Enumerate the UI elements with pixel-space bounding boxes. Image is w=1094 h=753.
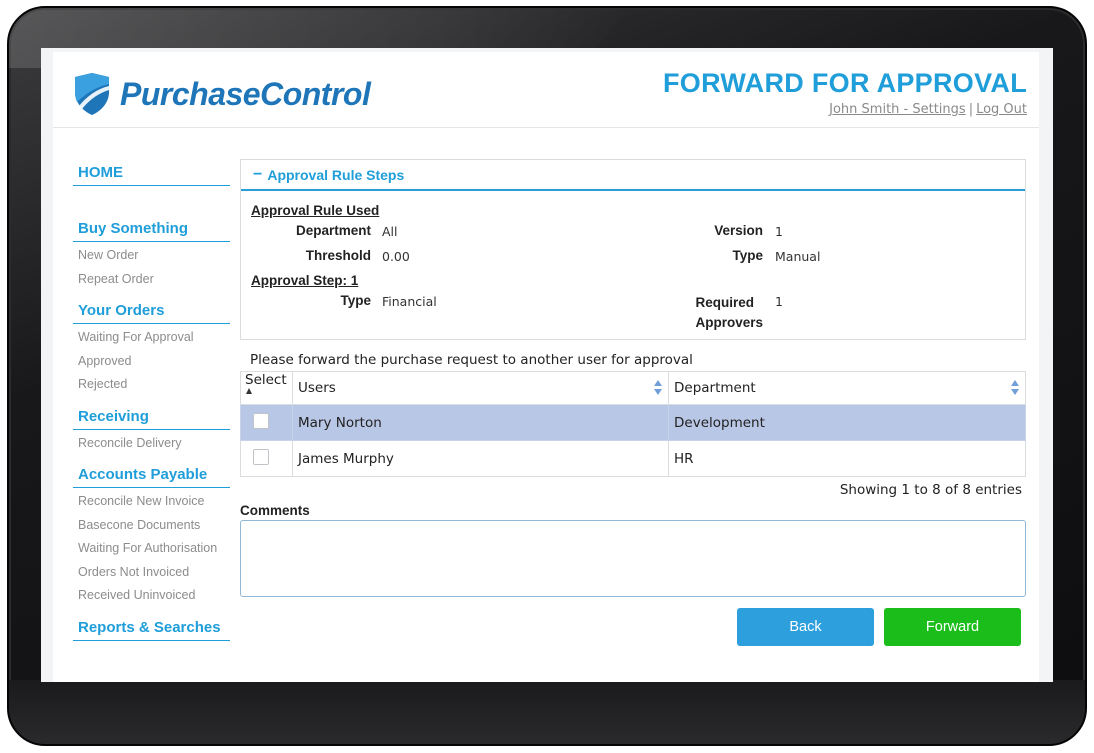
nav-section-receiving[interactable]: Receiving xyxy=(73,408,230,430)
page-title: FORWARD FOR APPROVAL xyxy=(662,68,1027,98)
nav-item-approved[interactable]: Approved xyxy=(73,350,230,374)
column-header-users[interactable]: Users xyxy=(292,371,669,405)
users-table: Select Users Department Mary Norton Deve… xyxy=(240,371,1026,477)
step-type-value: Financial xyxy=(382,294,437,309)
user-cell: James Murphy xyxy=(292,440,669,477)
nav-section-accounts-payable[interactable]: Accounts Payable xyxy=(73,466,230,488)
column-header-select[interactable]: Select xyxy=(240,371,293,405)
forward-button[interactable]: Forward xyxy=(884,608,1021,646)
table-row[interactable]: Mary Norton Development xyxy=(240,404,1026,441)
sort-ascending-icon xyxy=(246,388,252,394)
nav-item-new-order[interactable]: New Order xyxy=(73,244,230,268)
department-cell: Development xyxy=(668,404,1026,441)
step-type-label: Type xyxy=(340,293,371,308)
row-checkbox[interactable] xyxy=(253,412,269,429)
nav-home[interactable]: HOME xyxy=(73,164,230,186)
required-approvers-value: 1 xyxy=(775,294,783,309)
required-label-line1: Required xyxy=(695,295,754,310)
shield-logo-icon xyxy=(75,73,109,115)
brand-name: PurchaseControl xyxy=(120,75,371,112)
panel-header[interactable]: − Approval Rule Steps xyxy=(241,160,1025,191)
version-label: Version xyxy=(714,223,763,238)
sidebar-nav: HOME Buy Something New Order Repeat Orde… xyxy=(73,164,230,641)
type-value: Manual xyxy=(775,249,821,264)
back-button[interactable]: Back xyxy=(737,608,874,646)
user-cell: Mary Norton xyxy=(292,404,669,441)
nav-section-buy-something[interactable]: Buy Something xyxy=(73,220,230,242)
approval-step-title: Approval Step: 1 xyxy=(251,273,359,288)
nav-section-your-orders[interactable]: Your Orders xyxy=(73,302,230,324)
column-label-department: Department xyxy=(674,380,756,396)
brand-logo[interactable]: PurchaseControl xyxy=(73,72,371,116)
forward-instruction: Please forward the purchase request to a… xyxy=(250,352,693,368)
column-label-users: Users xyxy=(298,380,336,396)
nav-item-basecone-documents[interactable]: Basecone Documents xyxy=(73,514,230,538)
table-row[interactable]: James Murphy HR xyxy=(240,440,1026,477)
select-cell xyxy=(240,440,293,477)
column-header-department[interactable]: Department xyxy=(668,371,1026,405)
nav-item-waiting-for-approval[interactable]: Waiting For Approval xyxy=(73,326,230,350)
minus-icon[interactable]: − xyxy=(253,166,262,184)
threshold-value: 0.00 xyxy=(382,249,410,264)
comments-label: Comments xyxy=(240,503,310,518)
threshold-label: Threshold xyxy=(305,248,371,263)
type-label: Type xyxy=(732,248,763,263)
approval-rule-panel: − Approval Rule Steps Approval Rule Used… xyxy=(240,159,1026,340)
nav-item-reconcile-delivery[interactable]: Reconcile Delivery xyxy=(73,432,230,456)
panel-title: Approval Rule Steps xyxy=(267,166,405,183)
required-approvers-label: Required Approvers xyxy=(695,293,763,333)
version-value: 1 xyxy=(775,224,783,239)
entries-info: Showing 1 to 8 of 8 entries xyxy=(839,482,1022,498)
app-header: PurchaseControl FORWARD FOR APPROVAL Joh… xyxy=(53,52,1039,128)
screen: PurchaseControl FORWARD FOR APPROVAL Joh… xyxy=(41,48,1053,682)
select-cell xyxy=(240,404,293,441)
sort-arrows-icon xyxy=(654,380,662,396)
settings-link[interactable]: John Smith - Settings xyxy=(829,102,966,117)
department-value: All xyxy=(382,224,398,239)
row-checkbox[interactable] xyxy=(253,448,269,465)
page: PurchaseControl FORWARD FOR APPROVAL Joh… xyxy=(53,52,1039,682)
nav-section-reports-searches[interactable]: Reports & Searches xyxy=(73,619,230,641)
nav-item-received-uninvoiced[interactable]: Received Uninvoiced xyxy=(73,584,230,608)
sort-arrows-icon xyxy=(1011,380,1019,396)
nav-item-repeat-order[interactable]: Repeat Order xyxy=(73,268,230,292)
rule-used-title: Approval Rule Used xyxy=(251,203,380,218)
nav-item-orders-not-invoiced[interactable]: Orders Not Invoiced xyxy=(73,561,230,585)
nav-item-waiting-for-authorisation[interactable]: Waiting For Authorisation xyxy=(73,537,230,561)
required-label-line2: Approvers xyxy=(695,315,763,330)
table-header-row: Select Users Department xyxy=(240,371,1026,405)
comments-textarea[interactable] xyxy=(240,520,1026,597)
nav-item-reconcile-new-invoice[interactable]: Reconcile New Invoice xyxy=(73,490,230,514)
frame-bottom-bezel xyxy=(9,680,1085,744)
logout-link[interactable]: Log Out xyxy=(976,102,1027,117)
department-cell: HR xyxy=(668,440,1026,477)
link-separator: | xyxy=(968,102,974,117)
column-label-select: Select xyxy=(245,372,287,388)
department-label: Department xyxy=(295,223,371,238)
nav-item-rejected[interactable]: Rejected xyxy=(73,373,230,397)
user-links: John Smith - Settings | Log Out xyxy=(829,102,1027,117)
